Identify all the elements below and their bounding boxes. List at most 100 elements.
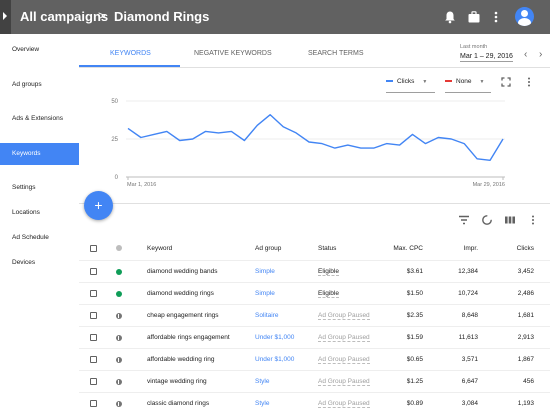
table-row[interactable]: classic diamond rings Style Ad Group Pause… <box>79 392 550 415</box>
header-max-cpc[interactable]: Max. CPC <box>379 245 423 252</box>
row-checkbox[interactable] <box>90 268 97 275</box>
table-row[interactable]: vintage wedding ring Style Ad Group Paused… <box>79 370 550 393</box>
row-checkbox[interactable] <box>90 378 97 385</box>
ad-group-link[interactable]: Style <box>255 400 269 407</box>
table-row[interactable]: affordable wedding ring Under $1,000 Ad Gr… <box>79 348 550 371</box>
page-title: Diamond Rings <box>114 9 210 24</box>
more-vert-icon[interactable] <box>526 77 532 87</box>
impr-cell: 6,647 <box>461 378 478 385</box>
row-checkbox[interactable] <box>90 290 97 297</box>
segment-icon[interactable] <box>481 214 493 226</box>
ad-group-link[interactable]: Solitaire <box>255 312 278 319</box>
header-impr[interactable]: Impr. <box>434 245 478 252</box>
row-checkbox[interactable] <box>90 334 97 341</box>
tab-keywords[interactable]: KEYWORDS <box>110 50 151 57</box>
max-cpc-cell[interactable]: $1.50 <box>379 290 423 297</box>
main-content: KEYWORDS NEGATIVE KEYWORDS SEARCH TERMS … <box>79 34 550 409</box>
drawer-toggle[interactable] <box>0 0 11 34</box>
filter-icon[interactable] <box>458 214 470 226</box>
table-row[interactable]: affordable rings engagement Under $1,000 A… <box>79 326 550 349</box>
clicks-cell: 2,486 <box>517 290 534 297</box>
x-tick-label: Mar 29, 2016 <box>473 182 505 188</box>
more-vert-icon[interactable] <box>530 214 536 226</box>
paused-status-icon[interactable] <box>116 401 122 407</box>
metric-label-secondary: None <box>456 78 472 85</box>
ad-group-link[interactable]: Simple <box>255 290 275 297</box>
table-row[interactable]: cheap engagement rings Solitaire Ad Group … <box>79 304 550 327</box>
impr-cell: 12,384 <box>458 268 478 275</box>
max-cpc-cell[interactable]: $1.59 <box>379 334 423 341</box>
chevron-left-icon[interactable]: ‹ <box>524 49 527 60</box>
chevron-right-icon[interactable]: › <box>539 49 542 60</box>
more-vert-icon[interactable] <box>489 10 503 24</box>
sidebar-item-ad-groups[interactable]: Ad groups <box>0 74 79 96</box>
metric-swatch-secondary <box>445 80 452 83</box>
max-cpc-cell[interactable]: $0.89 <box>379 400 423 407</box>
clicks-line-chart: 0 25 50 Mar 1, 2016 Mar 29, 2016 <box>111 99 505 188</box>
status-cell: Ad Group Paused <box>318 312 370 320</box>
keyword-cell: affordable wedding ring <box>147 356 215 363</box>
metric-label-primary: Clicks <box>397 78 415 85</box>
impr-cell: 11,613 <box>458 334 478 341</box>
chart-divider <box>79 203 550 204</box>
header-clicks[interactable]: Clicks <box>489 245 534 252</box>
tab-negative-keywords[interactable]: NEGATIVE KEYWORDS <box>194 50 272 57</box>
paused-status-icon[interactable] <box>116 379 122 385</box>
ad-group-link[interactable]: Under $1,000 <box>255 334 294 341</box>
clicks-cell: 1,867 <box>517 356 534 363</box>
enabled-status-icon[interactable] <box>116 269 122 275</box>
tab-search-terms[interactable]: SEARCH TERMS <box>308 50 364 57</box>
keyword-cell: cheap engagement rings <box>147 312 219 319</box>
table-row[interactable]: diamond wedding rings Simple Eligible $1.50… <box>79 282 550 305</box>
sidebar-item-devices[interactable]: Devices <box>0 252 79 274</box>
keyword-cell: diamond wedding rings <box>147 290 214 297</box>
metric-select-primary[interactable]: Clicks ▼ <box>386 78 435 93</box>
ad-group-link[interactable]: Under $1,000 <box>255 356 294 363</box>
ad-group-link[interactable]: Simple <box>255 268 275 275</box>
table-row[interactable]: diamond wedding bands Simple Eligible $3.61… <box>79 260 550 283</box>
max-cpc-cell[interactable]: $1.25 <box>379 378 423 385</box>
max-cpc-cell[interactable]: $0.65 <box>379 356 423 363</box>
sidebar-item-ads-extensions[interactable]: Ads & Extensions <box>0 108 79 130</box>
status-cell: Ad Group Paused <box>318 334 370 342</box>
impr-cell: 8,648 <box>461 312 478 319</box>
sidebar-item-settings[interactable]: Settings <box>0 177 79 199</box>
sidebar: Overview Ad groups Ads & Extensions Keyw… <box>0 34 80 409</box>
keyword-cell: diamond wedding bands <box>147 268 218 275</box>
breadcrumb-parent[interactable]: All campaigns <box>20 9 108 24</box>
header-ad-group[interactable]: Ad group <box>255 245 281 252</box>
paused-status-icon[interactable] <box>116 335 122 341</box>
add-keyword-button[interactable]: + <box>84 191 113 220</box>
ad-group-link[interactable]: Style <box>255 378 269 385</box>
date-range-picker[interactable]: Mar 1 – 29, 2016 <box>460 53 513 62</box>
sidebar-item-ad-schedule[interactable]: Ad Schedule <box>0 227 79 249</box>
briefcase-icon[interactable] <box>467 10 481 24</box>
columns-icon[interactable] <box>504 214 516 226</box>
metric-select-secondary[interactable]: None ▼ <box>445 78 491 93</box>
header-keyword[interactable]: Keyword <box>147 245 172 252</box>
impr-cell: 3,571 <box>461 356 478 363</box>
row-checkbox[interactable] <box>90 312 97 319</box>
y-tick-label: 50 <box>111 99 118 105</box>
fullscreen-icon[interactable] <box>501 77 511 87</box>
status-cell: Eligible <box>318 268 339 276</box>
paused-status-icon[interactable] <box>116 357 122 363</box>
bell-icon[interactable] <box>443 10 457 24</box>
account-icon[interactable] <box>515 7 534 26</box>
sidebar-item-overview[interactable]: Overview <box>0 39 79 61</box>
status-header-icon <box>116 245 122 251</box>
dropdown-caret-icon: ▼ <box>422 79 428 85</box>
sidebar-item-keywords[interactable]: Keywords <box>0 143 79 165</box>
header-status[interactable]: Status <box>318 245 336 252</box>
max-cpc-cell[interactable]: $2.35 <box>379 312 423 319</box>
sidebar-item-locations[interactable]: Locations <box>0 202 79 224</box>
enabled-status-icon[interactable] <box>116 291 122 297</box>
metric-swatch-primary <box>386 80 393 83</box>
row-checkbox[interactable] <box>90 400 97 407</box>
dropdown-caret-icon: ▼ <box>479 79 485 85</box>
row-checkbox[interactable] <box>90 356 97 363</box>
paused-status-icon[interactable] <box>116 313 122 319</box>
max-cpc-cell[interactable]: $3.61 <box>379 268 423 275</box>
select-all-checkbox[interactable] <box>90 245 97 252</box>
impr-cell: 3,084 <box>461 400 478 407</box>
